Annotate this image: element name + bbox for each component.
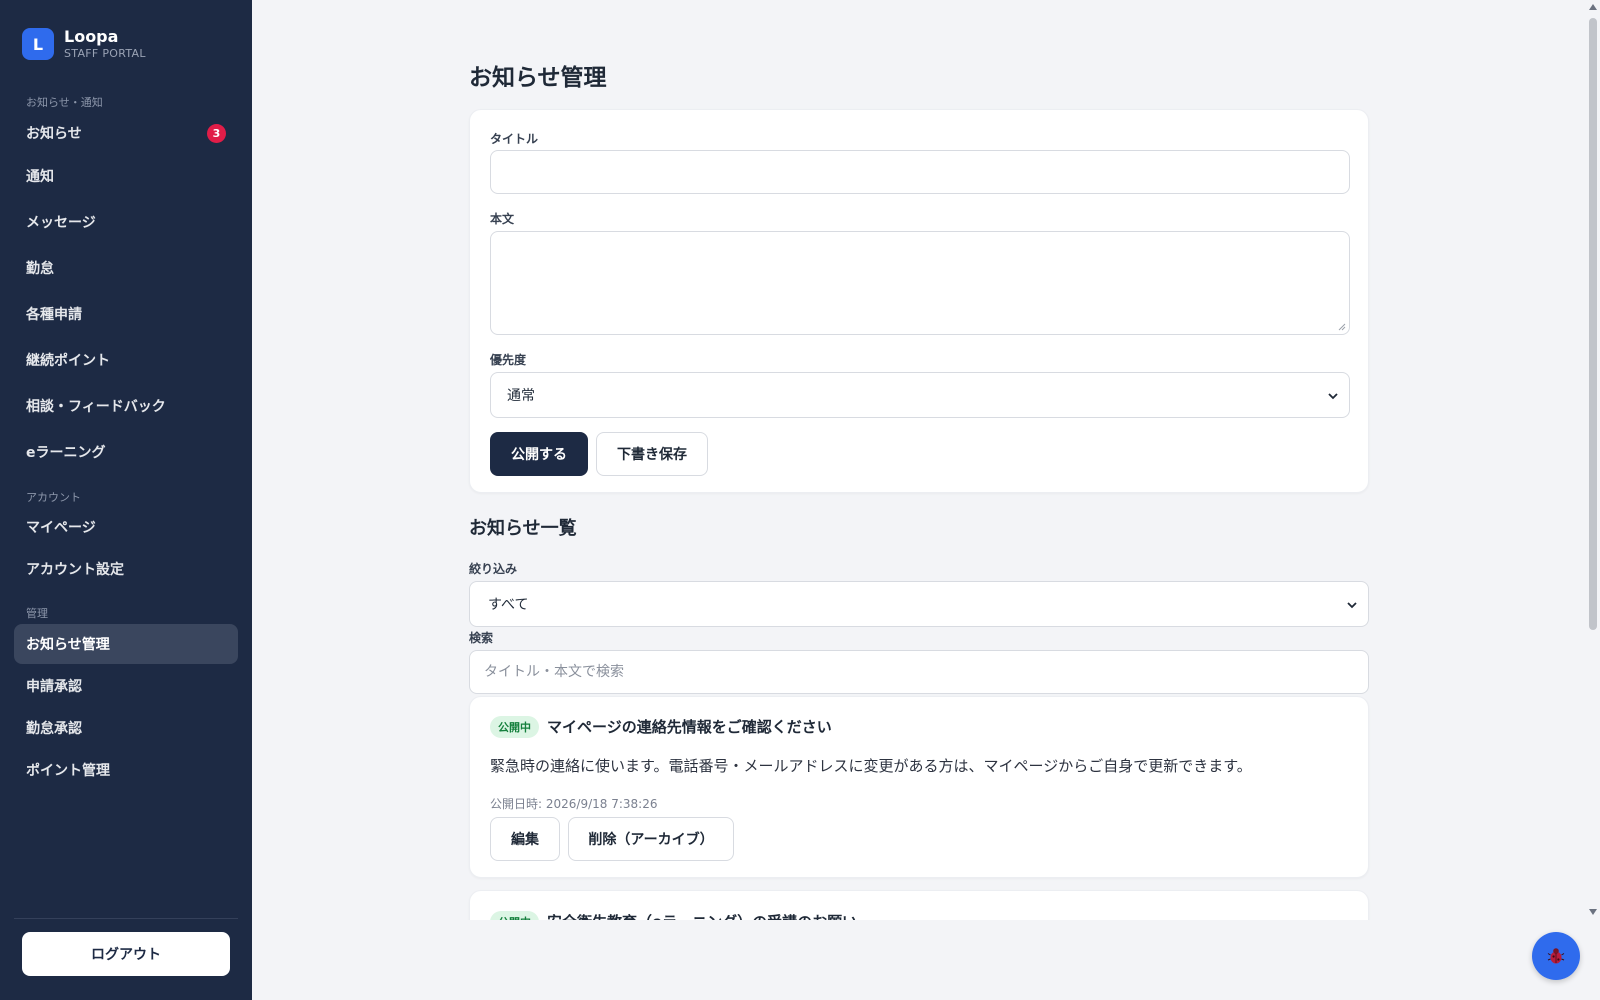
filter-label: 絞り込み (469, 562, 518, 576)
sidebar-item-account-settings[interactable]: アカウント設定 (14, 549, 238, 589)
brand[interactable]: L Loopa STAFF PORTAL (22, 27, 146, 61)
brand-subtitle: STAFF PORTAL (64, 47, 146, 60)
sidebar-item-elearning[interactable]: eラーニング (14, 432, 238, 472)
notification-badge: 3 (207, 124, 226, 143)
scroll-thumb[interactable] (1589, 18, 1597, 630)
priority-field-label: 優先度 (490, 353, 527, 367)
nav-section-account: アカウント (26, 491, 81, 504)
notice-body: 緊急時の連絡に使います。電話番号・メールアドレスに変更がある方は、マイページから… (490, 757, 1252, 775)
save-draft-button[interactable]: 下書き保存 (596, 432, 708, 476)
sidebar-item-label: 勤怠 (26, 261, 54, 277)
nav-section-notices: お知らせ・通知 (26, 96, 103, 109)
sidebar-item-points[interactable]: 継続ポイント (14, 340, 238, 380)
search-input[interactable] (469, 650, 1369, 694)
sidebar-item-feedback[interactable]: 相談・フィードバック (14, 386, 238, 426)
publish-button[interactable]: 公開する (490, 432, 588, 476)
title-field-label: タイトル (490, 132, 539, 146)
sidebar-item-label: 勤怠承認 (26, 721, 82, 737)
sidebar-item-label: メッセージ (26, 215, 96, 231)
scroll-down-icon[interactable] (1588, 908, 1598, 916)
chevron-down-icon (1328, 393, 1338, 400)
sidebar-item-notice-admin[interactable]: お知らせ管理 (14, 624, 238, 664)
sidebar-item-messages[interactable]: メッセージ (14, 202, 238, 242)
bug-icon (1547, 948, 1565, 964)
sidebar-item-label: アカウント設定 (26, 562, 124, 578)
brand-logo: L (22, 28, 54, 60)
sidebar-item-label: お知らせ管理 (26, 637, 110, 653)
filter-select[interactable]: すべて (469, 581, 1369, 627)
main-content: お知らせ管理 タイトル 本文 優先度 通常 公開する 下書き保存 お知らせ一覧 … (252, 0, 1586, 920)
nav-section-admin: 管理 (26, 607, 48, 620)
notice-title: 安全衛生教育（eラーニング）の受講のお願い (547, 911, 857, 920)
notice-card: 公開中 マイページの連絡先情報をご確認ください 緊急時の連絡に使います。電話番号… (469, 696, 1369, 878)
chevron-down-icon (1347, 602, 1357, 609)
sidebar-item-label: お知らせ (26, 126, 82, 142)
sidebar-item-label: 通知 (26, 169, 54, 185)
archive-delete-button[interactable]: 削除（アーカイブ） (568, 817, 734, 861)
sidebar-item-label: eラーニング (26, 445, 106, 461)
notice-card: 公開中 安全衛生教育（eラーニング）の受講のお願い (469, 890, 1369, 920)
scroll-up-icon[interactable] (1588, 3, 1598, 11)
edit-button[interactable]: 編集 (490, 817, 560, 861)
search-label: 検索 (469, 631, 494, 645)
sidebar-item-label: ポイント管理 (26, 763, 110, 779)
sidebar-item-label: マイページ (26, 520, 96, 536)
priority-select[interactable]: 通常 (490, 372, 1350, 418)
sidebar-item-label: 相談・フィードバック (26, 399, 166, 415)
sidebar: L Loopa STAFF PORTAL お知らせ・通知 お知らせ 3 通知 メ… (0, 0, 252, 1000)
page-title: お知らせ管理 (469, 65, 607, 91)
sidebar-item-attendance[interactable]: 勤怠 (14, 248, 238, 288)
priority-select-value: 通常 (507, 388, 535, 404)
sidebar-item-label: 申請承認 (26, 679, 82, 695)
brand-name: Loopa (64, 27, 119, 46)
notice-published-date: 公開日時: 2026/9/18 7:38:26 (490, 797, 658, 811)
sidebar-item-notices[interactable]: お知らせ 3 (14, 113, 238, 153)
notice-title: マイページの連絡先情報をご確認ください (547, 718, 832, 736)
sidebar-item-attendance-approval[interactable]: 勤怠承認 (14, 708, 238, 748)
sidebar-item-point-admin[interactable]: ポイント管理 (14, 750, 238, 790)
status-badge: 公開中 (490, 911, 539, 920)
sidebar-item-label: 継続ポイント (26, 353, 110, 369)
sidebar-item-mypage[interactable]: マイページ (14, 507, 238, 547)
notice-list-title: お知らせ一覧 (469, 518, 577, 539)
sidebar-item-applications[interactable]: 各種申請 (14, 294, 238, 334)
title-input[interactable] (490, 150, 1350, 194)
bug-report-button[interactable] (1532, 932, 1580, 980)
sidebar-item-label: 各種申請 (26, 307, 82, 323)
sidebar-item-notifications[interactable]: 通知 (14, 156, 238, 196)
body-field-label: 本文 (490, 212, 515, 226)
scrollbar[interactable] (1586, 0, 1600, 920)
sidebar-divider (14, 918, 238, 919)
logout-button[interactable]: ログアウト (22, 932, 230, 976)
filter-select-value: すべて (488, 597, 529, 613)
status-badge: 公開中 (490, 716, 539, 738)
notice-form-card: タイトル 本文 優先度 通常 公開する 下書き保存 (469, 109, 1369, 493)
body-textarea[interactable] (490, 231, 1350, 335)
resize-grip-icon[interactable] (1338, 323, 1346, 331)
sidebar-item-application-approval[interactable]: 申請承認 (14, 666, 238, 706)
